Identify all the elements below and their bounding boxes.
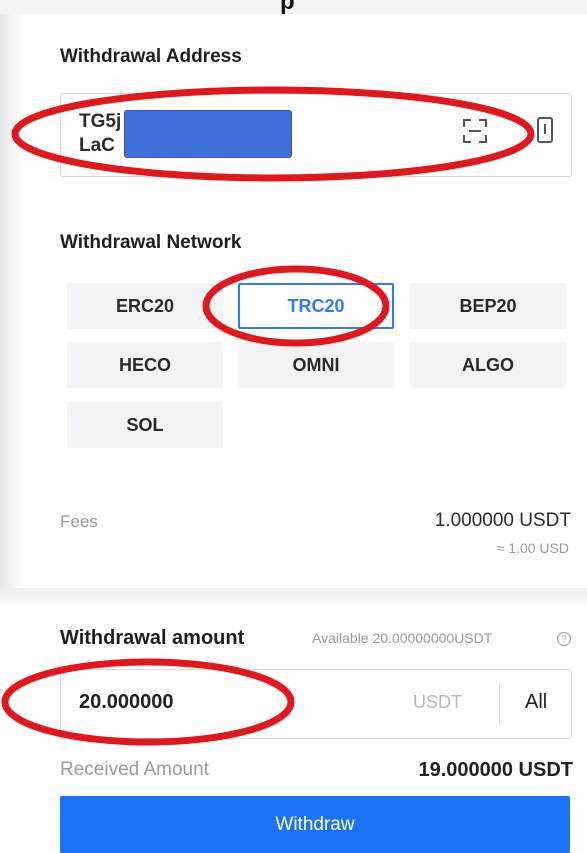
amount-unit: USDT	[413, 692, 462, 712]
all-button[interactable]: All	[525, 691, 547, 714]
cropped-header-fragment: p	[280, 0, 295, 15]
received-amount-value: 19.000000 USDT	[418, 759, 573, 781]
withdrawal-network-title: Withdrawal Network	[60, 232, 242, 253]
network-option-omni[interactable]: OMNI	[238, 342, 394, 388]
network-option-sol[interactable]: SOL	[67, 402, 223, 448]
redaction-box	[124, 110, 292, 158]
scan-icon[interactable]	[462, 118, 488, 144]
svg-text:?: ?	[561, 635, 567, 646]
network-option-erc20[interactable]: ERC20	[67, 283, 223, 329]
received-amount-label: Received Amount	[60, 759, 209, 780]
withdraw-button[interactable]: Withdraw	[60, 796, 570, 853]
network-option-trc20[interactable]: TRC20	[238, 283, 394, 329]
clipboard-icon[interactable]	[536, 116, 554, 144]
withdrawal-address-title: Withdrawal Address	[60, 46, 242, 67]
available-balance: Available 20.00000000USDT	[312, 630, 493, 646]
network-option-bep20[interactable]: BEP20	[410, 283, 566, 329]
network-option-algo[interactable]: ALGO	[410, 342, 566, 388]
withdrawal-amount-input[interactable]: 20.000000 USDT All	[60, 669, 572, 739]
fees-label: Fees	[60, 512, 98, 531]
network-option-heco[interactable]: HECO	[67, 342, 223, 388]
top-strip: p	[0, 0, 587, 15]
left-edge-shadow	[0, 14, 26, 589]
section-divider	[0, 588, 587, 604]
info-icon[interactable]: ?	[556, 631, 572, 647]
amount-value: 20.000000	[79, 691, 174, 713]
amount-separator	[499, 684, 500, 724]
fees-usd-approx: ≈ 1.00 USD	[496, 540, 569, 556]
withdrawal-amount-title: Withdrawal amount	[60, 627, 245, 649]
fees-value: 1.000000 USDT	[434, 510, 571, 531]
